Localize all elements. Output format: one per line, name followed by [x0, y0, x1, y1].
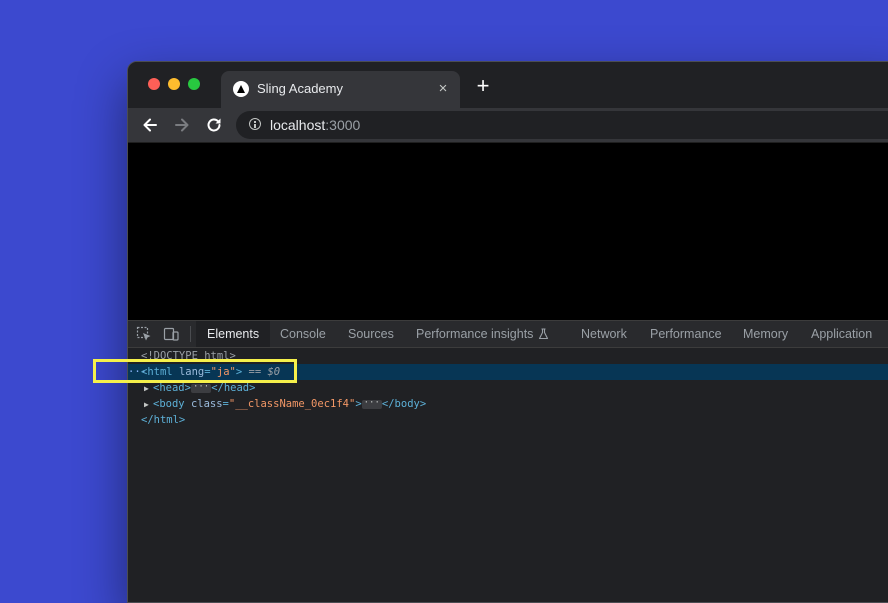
toolbar-divider	[190, 326, 191, 342]
inspect-element-icon[interactable]	[136, 326, 152, 342]
tab-application[interactable]: Application	[811, 321, 872, 347]
maximize-window-button[interactable]	[188, 78, 200, 90]
tab-console[interactable]: Console	[280, 321, 326, 347]
favicon-icon	[233, 81, 249, 97]
address-bar[interactable]: localhost:3000	[236, 111, 888, 139]
forward-arrow-icon[interactable]	[171, 114, 193, 136]
collapsed-ellipsis-icon[interactable]: ···	[361, 398, 382, 409]
tab-network[interactable]: Network	[581, 321, 627, 347]
tab-close-icon[interactable]: ×	[434, 80, 452, 98]
devtools-panel: Elements Console Sources Performance ins…	[128, 320, 888, 602]
device-toolbar-icon[interactable]	[163, 326, 179, 342]
url-text: localhost:3000	[270, 117, 361, 133]
collapsed-ellipsis-icon[interactable]: ···	[190, 382, 212, 393]
dom-node-html-close[interactable]: </html>	[128, 412, 888, 428]
tab-memory[interactable]: Memory	[743, 321, 788, 347]
tab-title: Sling Academy	[257, 81, 343, 96]
browser-tab[interactable]: Sling Academy ×	[221, 71, 460, 108]
dom-node-doctype[interactable]: <!DOCTYPE html>	[128, 348, 888, 364]
tab-elements[interactable]: Elements	[196, 321, 271, 347]
selected-node-marker: == $0	[248, 366, 281, 378]
browser-toolbar: localhost:3000	[128, 108, 888, 143]
back-arrow-icon[interactable]	[139, 114, 161, 136]
dom-node-head[interactable]: ▶ <head> ··· </head>	[128, 380, 888, 396]
site-info-icon[interactable]	[249, 118, 261, 130]
tab-sources[interactable]: Sources	[348, 321, 394, 347]
expand-triangle-icon[interactable]: ▶	[144, 397, 153, 413]
dom-node-body[interactable]: ▶ <body class="__className_0ec1f4"> ··· </b…	[128, 396, 888, 412]
dom-node-html[interactable]: ··· <html lang="ja"> == $0	[128, 364, 888, 380]
tab-strip: Sling Academy × +	[128, 62, 888, 108]
tab-performance[interactable]: Performance	[650, 321, 722, 347]
flask-icon	[539, 328, 549, 339]
close-window-button[interactable]	[148, 78, 160, 90]
new-tab-icon[interactable]: +	[472, 75, 494, 98]
page-viewport	[128, 143, 888, 320]
browser-window: Sling Academy × + localhost:3000 Element…	[127, 61, 888, 603]
tab-performance-insights[interactable]: Performance insights	[416, 321, 549, 347]
reload-icon[interactable]	[203, 114, 225, 136]
devtools-tabbar: Elements Console Sources Performance ins…	[128, 320, 888, 348]
expand-triangle-icon[interactable]: ▶	[144, 381, 153, 397]
minimize-window-button[interactable]	[168, 78, 180, 90]
